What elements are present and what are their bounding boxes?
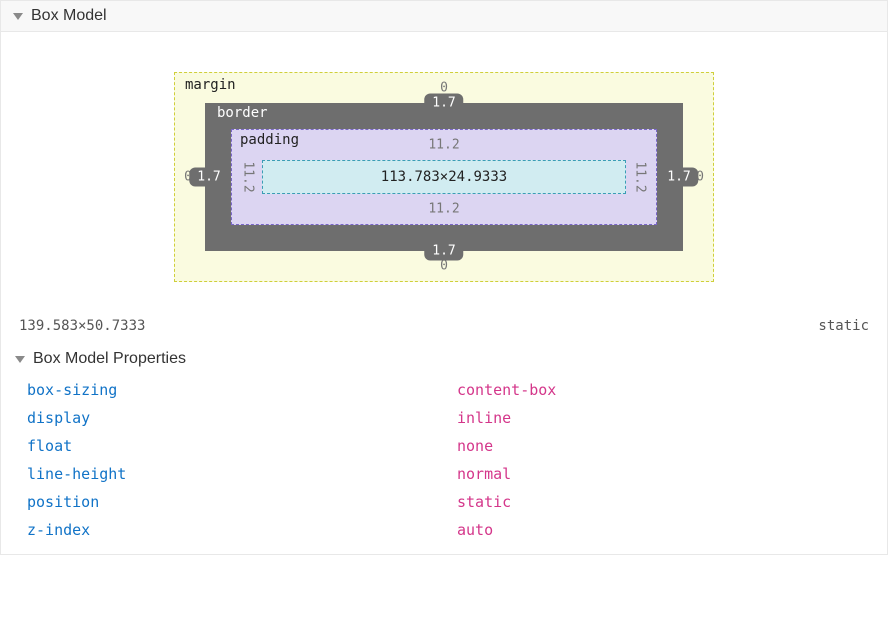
padding-right-value[interactable]: 11.2: [633, 161, 648, 192]
position-mode: static: [818, 318, 869, 334]
margin-layer-label: margin: [185, 77, 236, 93]
chevron-down-icon: [13, 13, 23, 20]
property-name: box-sizing: [27, 381, 457, 399]
property-value[interactable]: none: [457, 437, 493, 455]
box-model-section-header[interactable]: Box Model: [1, 1, 887, 32]
border-left-value[interactable]: 1.7: [189, 168, 228, 187]
property-name: float: [27, 437, 457, 455]
padding-layer-label: padding: [240, 132, 299, 148]
property-row[interactable]: line-height normal: [1, 460, 887, 488]
content-dimensions: 113.783×24.9333: [381, 169, 507, 185]
box-model-panel: Box Model margin 0 0 0 0 border padding …: [0, 0, 888, 555]
box-model-properties-header[interactable]: Box Model Properties: [1, 346, 887, 372]
content-layer[interactable]: 113.783×24.9333: [262, 160, 626, 194]
border-top-value[interactable]: 1.7: [424, 94, 463, 113]
margin-layer[interactable]: margin 0 0 0 0 border padding 11.2 11.2 …: [174, 72, 714, 282]
border-layer-label: border: [217, 105, 268, 121]
property-value[interactable]: static: [457, 493, 511, 511]
property-row[interactable]: display inline: [1, 404, 887, 432]
property-row[interactable]: z-index auto: [1, 516, 887, 544]
property-row[interactable]: position static: [1, 488, 887, 516]
chevron-down-icon: [15, 356, 25, 363]
border-right-value[interactable]: 1.7: [659, 168, 698, 187]
border-layer[interactable]: border padding 11.2 11.2 11.2 11.2 113.7…: [205, 103, 683, 251]
box-info-row: 139.583×50.7333 static: [1, 312, 887, 346]
properties-list: box-sizing content-box display inline fl…: [1, 372, 887, 554]
property-name: display: [27, 409, 457, 427]
property-value[interactable]: normal: [457, 465, 511, 483]
property-name: line-height: [27, 465, 457, 483]
property-value[interactable]: inline: [457, 409, 511, 427]
padding-left-value[interactable]: 11.2: [241, 161, 256, 192]
property-row[interactable]: float none: [1, 432, 887, 460]
outer-dimensions: 139.583×50.7333: [19, 318, 145, 334]
property-row[interactable]: box-sizing content-box: [1, 376, 887, 404]
property-value[interactable]: auto: [457, 521, 493, 539]
padding-layer[interactable]: padding 11.2 11.2 11.2 11.2 113.783×24.9…: [231, 129, 657, 225]
section-title: Box Model: [31, 7, 107, 25]
border-bottom-value[interactable]: 1.7: [424, 242, 463, 261]
property-value[interactable]: content-box: [457, 381, 556, 399]
property-name: z-index: [27, 521, 457, 539]
subsection-title: Box Model Properties: [33, 350, 186, 368]
padding-top-value[interactable]: 11.2: [428, 138, 459, 153]
padding-bottom-value[interactable]: 11.2: [428, 202, 459, 217]
box-model-diagram: margin 0 0 0 0 border padding 11.2 11.2 …: [1, 32, 887, 312]
property-name: position: [27, 493, 457, 511]
margin-bottom-value[interactable]: 0: [440, 259, 448, 274]
